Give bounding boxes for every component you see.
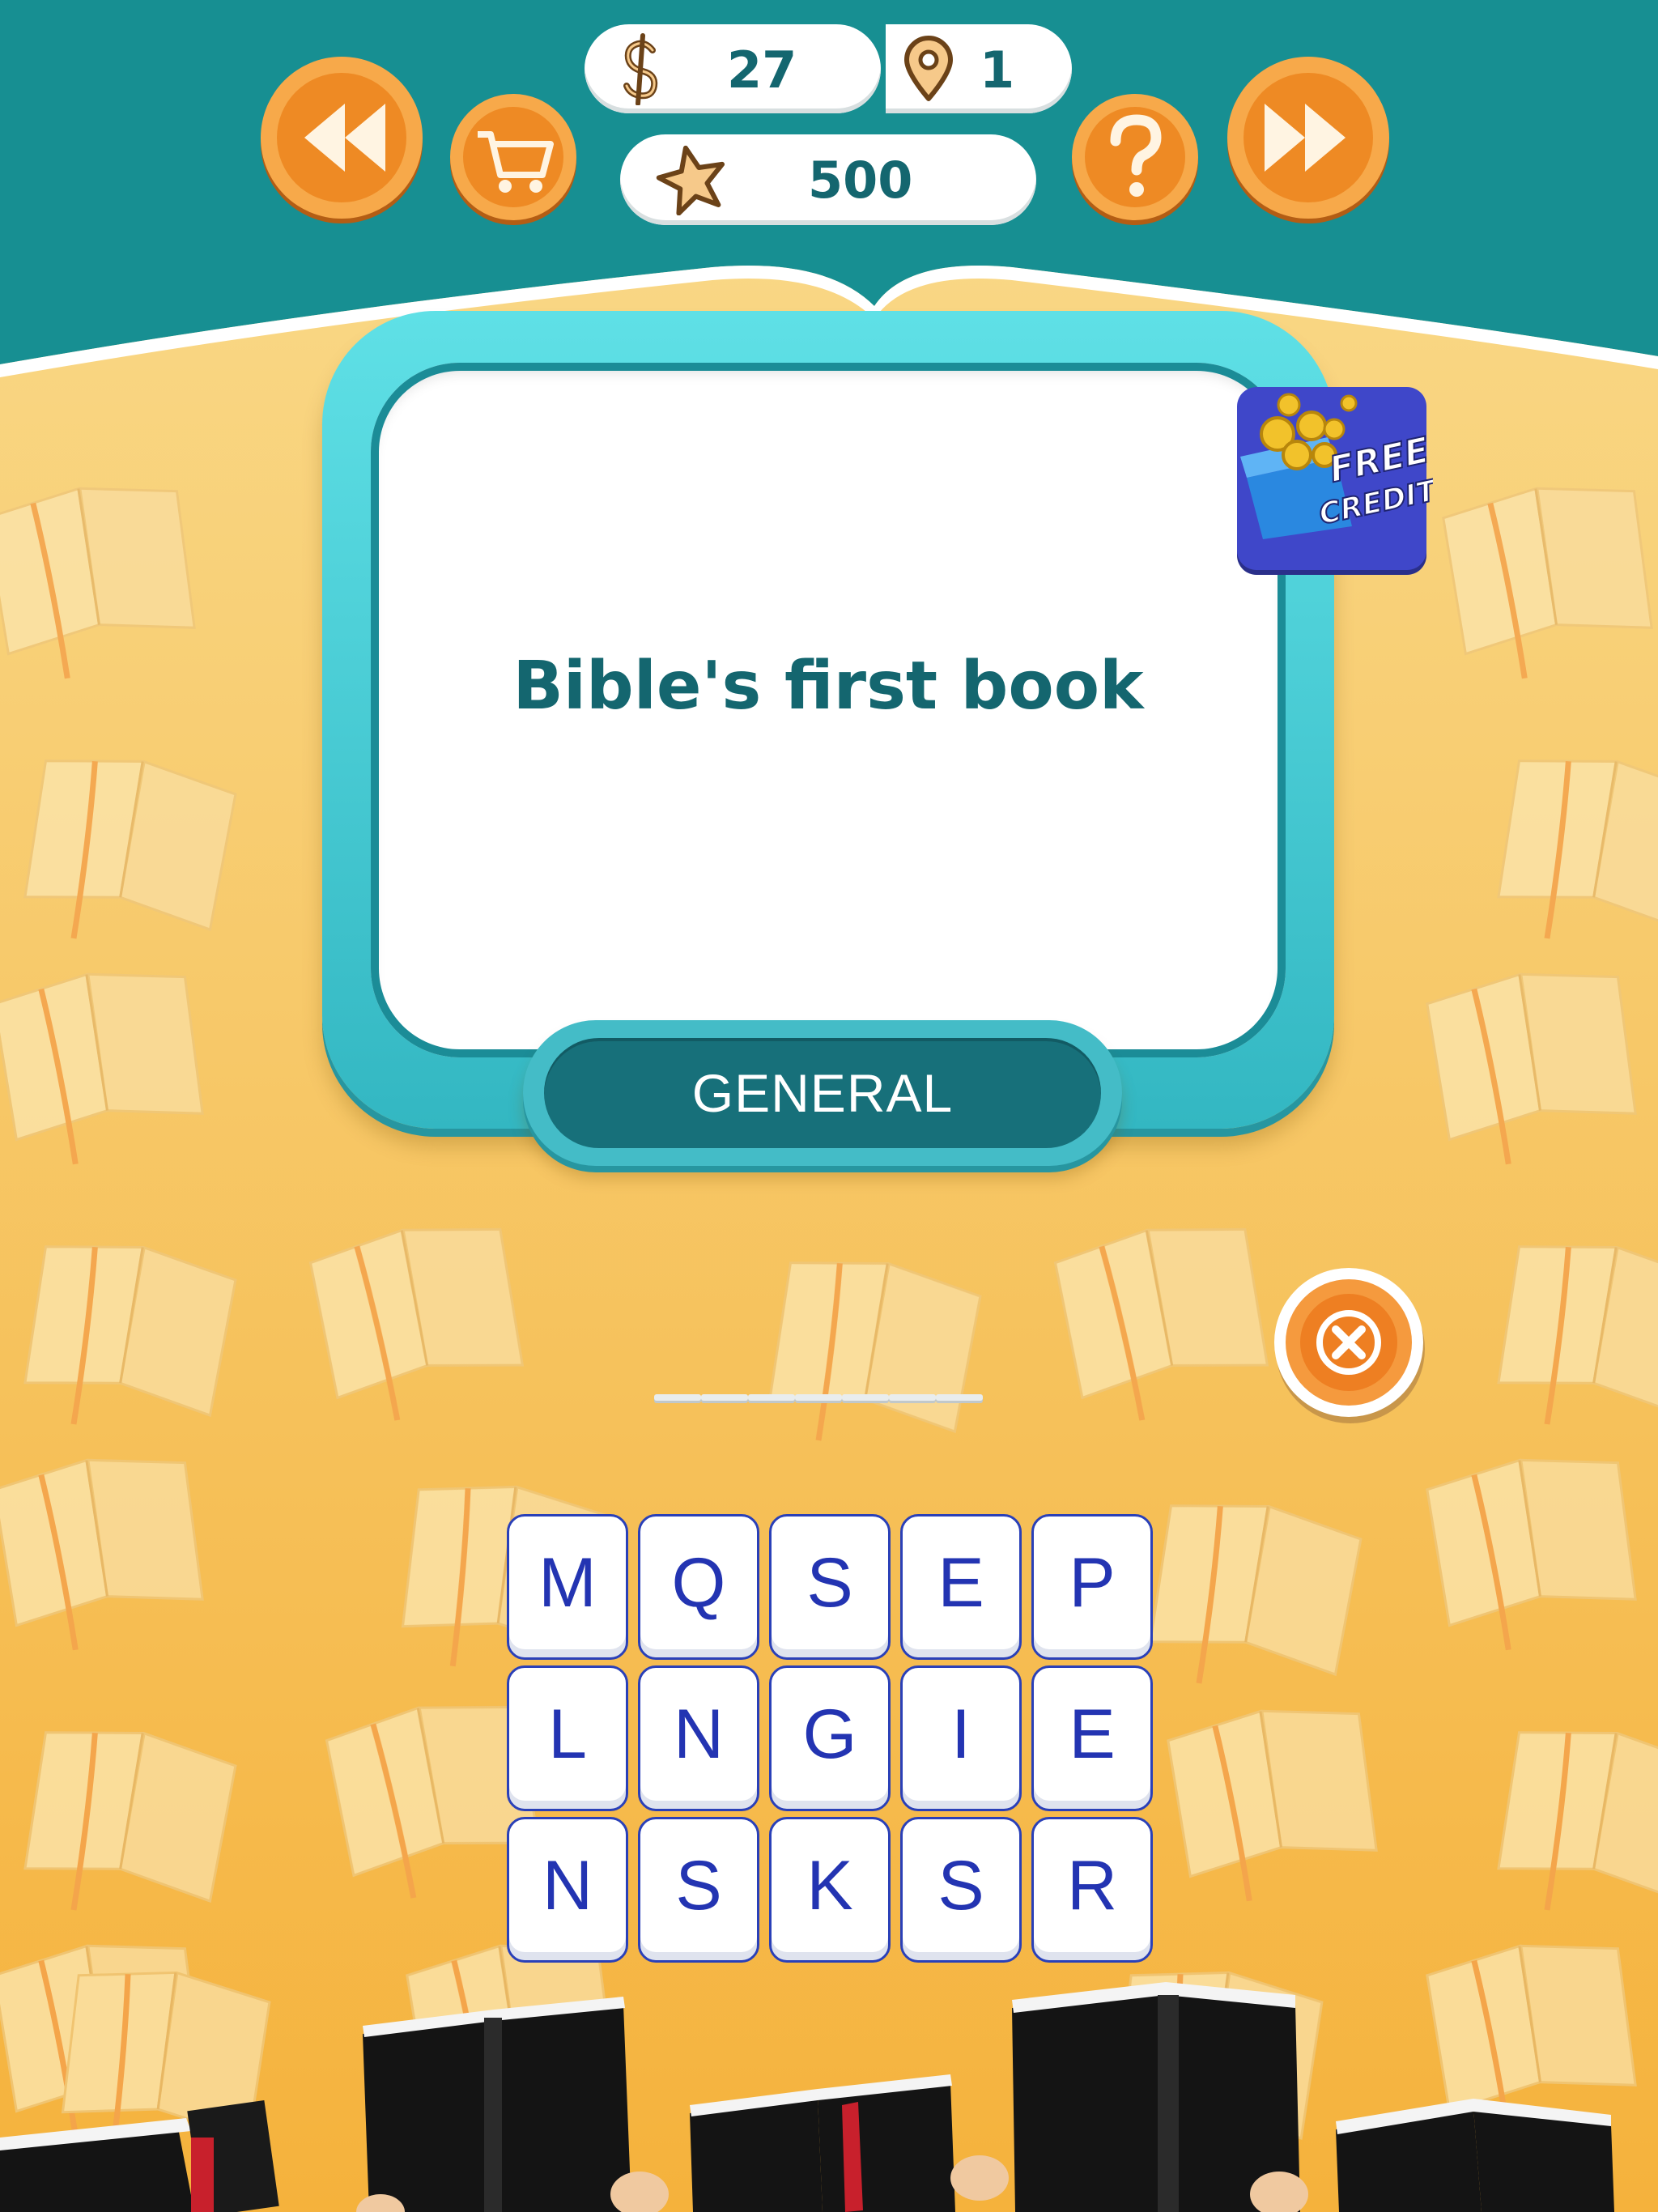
letter-tile-label: I <box>951 1695 971 1773</box>
fast-forward-icon <box>1227 57 1389 223</box>
answer-slot[interactable] <box>936 1394 983 1401</box>
letter-tile-label: S <box>675 1847 722 1925</box>
letter-tile-label: E <box>937 1544 984 1622</box>
letter-tile[interactable]: E <box>900 1514 1022 1660</box>
letter-tile-label: E <box>1069 1695 1116 1773</box>
letter-tile-label: R <box>1066 1847 1118 1925</box>
answer-slot[interactable] <box>654 1394 701 1401</box>
level-value: 1 <box>980 40 1015 100</box>
star-icon <box>656 145 725 215</box>
money-counter: 27 <box>585 24 881 113</box>
reader-book-4 <box>1012 1982 1308 2212</box>
letter-tile[interactable]: N <box>638 1665 759 1811</box>
letter-tile[interactable]: L <box>507 1665 628 1811</box>
letter-tile[interactable]: P <box>1031 1514 1153 1660</box>
clear-answer-button[interactable] <box>1269 1265 1428 1423</box>
rewind-icon <box>261 57 423 223</box>
letter-tile-label: S <box>806 1544 853 1622</box>
shop-button[interactable] <box>447 92 580 225</box>
letter-tile-label: G <box>802 1695 857 1773</box>
letter-tile[interactable]: R <box>1031 1817 1153 1963</box>
stars-counter: 500 <box>620 134 1036 225</box>
letter-tile-label: M <box>538 1544 597 1622</box>
letter-tile[interactable]: I <box>900 1665 1022 1811</box>
letter-tile-label: N <box>542 1847 593 1925</box>
reader-book-2 <box>356 1997 631 2212</box>
letter-tile-label: K <box>806 1847 853 1925</box>
free-credits-button[interactable]: FREE CREDITS <box>1231 381 1460 583</box>
letter-tile[interactable]: G <box>769 1665 891 1811</box>
letter-tile[interactable]: M <box>507 1514 628 1660</box>
letter-grid: MQSEPLNGIENSKSR <box>507 1514 1153 1963</box>
dollar-sign-icon <box>623 33 658 105</box>
reader-book-5 <box>1336 2099 1614 2212</box>
category-label: GENERAL <box>691 1063 954 1123</box>
shopping-cart-icon <box>450 94 576 225</box>
letter-tile-label: L <box>548 1695 587 1773</box>
money-value: 27 <box>727 40 797 100</box>
level-counter: 1 <box>886 24 1072 113</box>
letter-tile[interactable]: S <box>638 1817 759 1963</box>
skip-button[interactable] <box>1222 53 1394 225</box>
letter-tile-label: Q <box>671 1544 726 1622</box>
letter-tile-label: N <box>673 1695 725 1773</box>
question-text: Bible's first book <box>512 648 1144 725</box>
stars-value: 500 <box>808 151 913 210</box>
letter-tile[interactable]: K <box>769 1817 891 1963</box>
answer-slot[interactable] <box>748 1394 795 1401</box>
close-icon <box>1274 1268 1425 1423</box>
help-button[interactable] <box>1069 92 1201 225</box>
answer-slot[interactable] <box>889 1394 936 1401</box>
answer-slot[interactable] <box>795 1394 842 1401</box>
answer-slots <box>654 1394 983 1406</box>
answer-slot[interactable] <box>842 1394 889 1401</box>
answer-slot[interactable] <box>701 1394 748 1401</box>
reader-book-1 <box>0 2099 279 2212</box>
letter-tile[interactable]: N <box>507 1817 628 1963</box>
letter-tile[interactable]: E <box>1031 1665 1153 1811</box>
reader-book-3 <box>610 2074 1009 2212</box>
letter-tile[interactable]: S <box>900 1817 1022 1963</box>
letter-tile[interactable]: Q <box>638 1514 759 1660</box>
letter-tile-label: P <box>1069 1544 1116 1622</box>
back-button[interactable] <box>256 53 427 225</box>
location-pin-icon <box>904 36 953 101</box>
readers-illustration <box>0 1982 1614 2212</box>
letter-tile[interactable]: S <box>769 1514 891 1660</box>
question-mark-icon <box>1072 94 1198 225</box>
letter-tile-label: S <box>937 1847 984 1925</box>
coin-box-icon: FREE CREDITS <box>1237 387 1460 575</box>
